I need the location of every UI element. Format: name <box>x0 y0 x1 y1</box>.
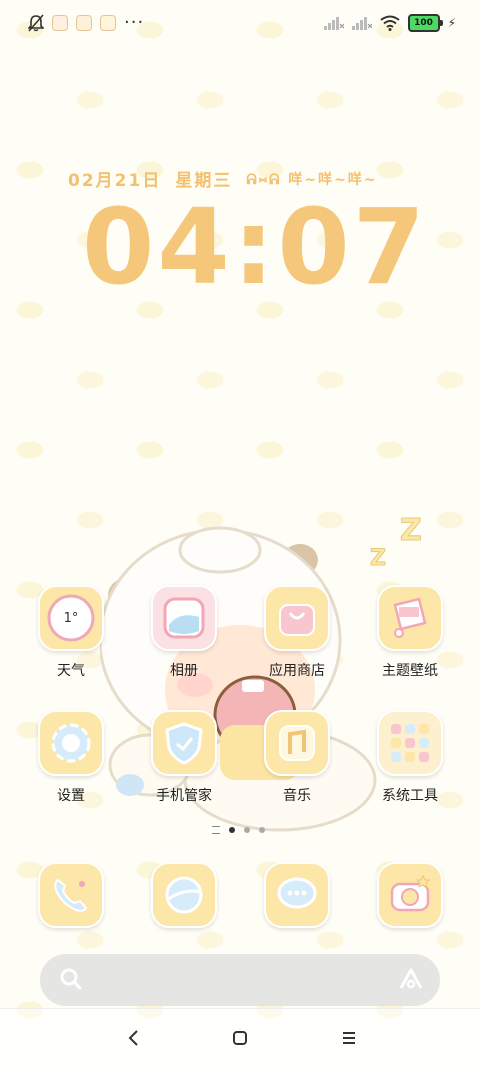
store-tile[interactable] <box>264 585 330 651</box>
home-button[interactable] <box>225 1025 255 1051</box>
gallery-icon <box>163 597 205 639</box>
app-label: 手机管家 <box>156 788 212 804</box>
signal-icon-2 <box>351 17 372 30</box>
app-label: 系统工具 <box>382 788 438 804</box>
chat-bubble-icon <box>277 877 317 909</box>
gear-icon <box>51 723 91 763</box>
app-gallery[interactable]: 相册 <box>134 585 234 680</box>
camera-tile[interactable] <box>377 862 443 928</box>
app-store[interactable]: 应用商店 <box>247 585 347 680</box>
navigation-bar <box>0 1008 480 1067</box>
camera-icon <box>390 874 431 912</box>
settings-tile[interactable] <box>38 710 104 776</box>
page-dot[interactable] <box>244 827 250 833</box>
weather-tile[interactable]: 1° <box>38 585 104 651</box>
search-bar[interactable] <box>40 954 440 1006</box>
app-label: 相册 <box>170 663 198 679</box>
assistant-icon[interactable] <box>398 966 424 992</box>
app-system-tools[interactable]: 系统工具 <box>360 710 460 805</box>
system-tools-folder[interactable] <box>377 710 443 776</box>
browser-tile[interactable] <box>151 862 217 928</box>
shield-icon <box>165 722 203 765</box>
app-label: 音乐 <box>283 788 311 804</box>
back-button[interactable] <box>118 1025 148 1051</box>
folder-icon <box>391 724 429 762</box>
app-drawer-icon[interactable] <box>212 826 220 834</box>
dock-messages[interactable] <box>247 862 347 928</box>
more-notifications: ··· <box>124 12 145 33</box>
status-left: ··· <box>28 14 144 32</box>
themes-tile[interactable] <box>377 585 443 651</box>
search-icon <box>60 968 82 990</box>
svg-text:Z: Z <box>370 546 386 571</box>
page-dot-active[interactable] <box>229 827 235 833</box>
recents-button[interactable] <box>334 1025 364 1051</box>
svg-text:Z: Z <box>400 513 422 548</box>
home-icon <box>233 1031 247 1045</box>
menu-icon <box>343 1032 355 1044</box>
app-security[interactable]: 手机管家 <box>134 710 234 805</box>
dock-camera[interactable] <box>360 862 460 928</box>
app-weather[interactable]: 1° 天气 <box>21 585 121 680</box>
paint-brush-icon <box>393 597 427 638</box>
app-themes[interactable]: 主题壁纸 <box>360 585 460 680</box>
music-note-icon <box>279 725 315 761</box>
bell-off-icon <box>28 14 44 32</box>
app-settings[interactable]: 设置 <box>21 710 121 805</box>
app-music[interactable]: 音乐 <box>247 710 347 805</box>
page-indicator[interactable] <box>212 826 265 834</box>
phone-tile[interactable] <box>38 862 104 928</box>
bolt-icon: ⚡ <box>447 16 456 30</box>
app-icon-3 <box>100 15 116 31</box>
dock-browser[interactable] <box>134 862 234 928</box>
phone-icon <box>54 878 88 912</box>
app-label: 天气 <box>57 663 85 679</box>
app-label: 设置 <box>57 788 85 804</box>
shopping-bag-icon <box>279 604 315 636</box>
app-label: 主题壁纸 <box>382 663 438 679</box>
messages-tile[interactable] <box>264 862 330 928</box>
music-tile[interactable] <box>264 710 330 776</box>
status-bar: ··· 100 ⚡ <box>0 0 480 48</box>
dock-phone[interactable] <box>21 862 121 928</box>
app-icon-1 <box>52 15 68 31</box>
globe-icon <box>165 876 203 914</box>
signal-icon-1 <box>323 17 344 30</box>
battery-indicator: 100 <box>407 14 443 32</box>
weather-temp: 1° <box>63 610 79 626</box>
back-icon <box>128 1030 138 1046</box>
page-dot[interactable] <box>259 827 265 833</box>
wifi-icon <box>379 15 400 31</box>
gallery-tile[interactable] <box>151 585 217 651</box>
clock-time[interactable]: 04:07 <box>82 186 425 308</box>
security-tile[interactable] <box>151 710 217 776</box>
battery-level: 100 <box>414 18 433 28</box>
app-icon-2 <box>76 15 92 31</box>
app-label: 应用商店 <box>269 663 325 679</box>
status-right: 100 ⚡ <box>323 14 456 32</box>
